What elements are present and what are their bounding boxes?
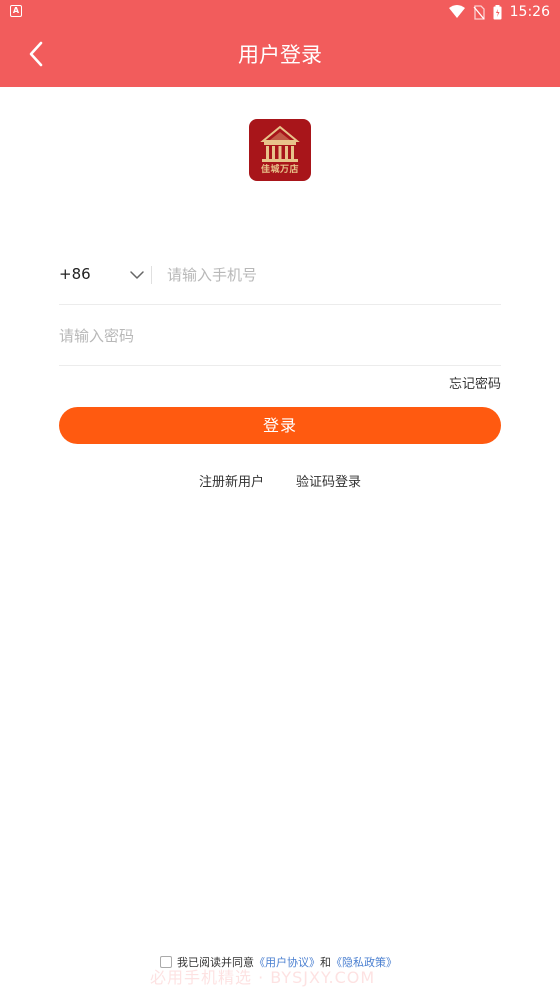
chevron-down-icon bbox=[130, 271, 144, 279]
app-logo: 佳城万店 bbox=[249, 119, 311, 181]
password-input[interactable] bbox=[59, 322, 499, 350]
page-title: 用户登录 bbox=[238, 43, 322, 67]
password-field-row bbox=[59, 306, 501, 366]
no-sim-icon bbox=[473, 4, 485, 20]
register-link[interactable]: 注册新用户 bbox=[199, 471, 264, 490]
country-code-dropdown[interactable] bbox=[127, 265, 147, 285]
battery-icon bbox=[493, 4, 502, 19]
status-icons: 15:26 bbox=[448, 3, 550, 21]
logo-text: 佳城万店 bbox=[260, 165, 299, 175]
country-code: +86 bbox=[59, 265, 91, 283]
phone-input[interactable] bbox=[167, 261, 497, 289]
status-bar: A 15:26 bbox=[0, 0, 560, 24]
sms-login-link[interactable]: 验证码登录 bbox=[296, 471, 361, 490]
phone-field-row: +86 bbox=[59, 245, 501, 305]
notification-icon: A bbox=[10, 5, 22, 17]
login-button[interactable]: 登录 bbox=[59, 407, 501, 444]
app-header: A 15:26 用户登录 bbox=[0, 0, 560, 87]
wifi-icon bbox=[448, 5, 465, 18]
field-divider bbox=[151, 266, 152, 284]
forgot-password-link[interactable]: 忘记密码 bbox=[449, 373, 501, 392]
watermark: 必用手机精选 · BYSJXY.COM bbox=[150, 968, 376, 987]
nav-bar: 用户登录 bbox=[0, 24, 560, 87]
status-time: 15:26 bbox=[509, 4, 550, 20]
